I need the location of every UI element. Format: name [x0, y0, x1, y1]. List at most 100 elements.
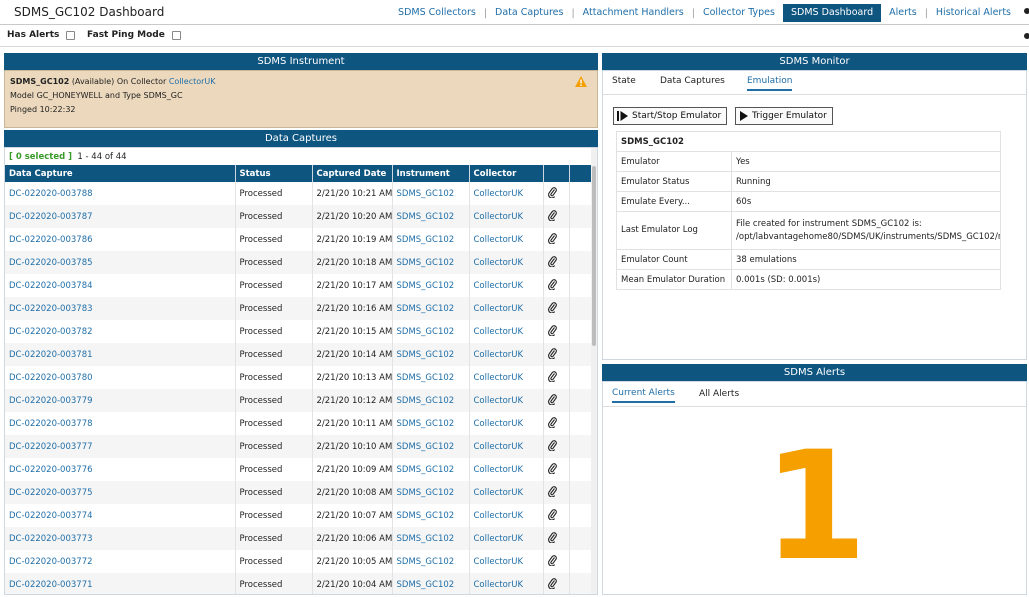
cell-instrument[interactable]: SDMS_GC102 — [392, 435, 470, 458]
cell-instrument[interactable]: SDMS_GC102 — [392, 343, 470, 366]
tab-data-captures[interactable]: Data Captures — [660, 76, 725, 89]
cell-attachment[interactable] — [543, 573, 570, 594]
paperclip-icon[interactable] — [547, 370, 557, 382]
table-row[interactable]: DC-022020-003788 Processed 2/21/20 10:21 A… — [5, 182, 596, 205]
cell-instrument[interactable]: SDMS_GC102 — [392, 182, 470, 205]
cell-data-capture[interactable]: DC-022020-003777 — [5, 435, 236, 458]
nav-historical-alerts[interactable]: Historical Alerts — [928, 4, 1019, 22]
paperclip-icon[interactable] — [547, 439, 557, 451]
cell-instrument[interactable]: SDMS_GC102 — [392, 366, 470, 389]
cell-attachment[interactable] — [543, 251, 570, 274]
cell-collector[interactable]: CollectorUK — [469, 320, 544, 343]
cell-data-capture[interactable]: DC-022020-003787 — [5, 205, 236, 228]
cell-attachment[interactable] — [543, 343, 570, 366]
table-row[interactable]: DC-022020-003774 Processed 2/21/20 10:07 A… — [5, 504, 596, 527]
cell-attachment[interactable] — [543, 412, 570, 435]
table-row[interactable]: DC-022020-003778 Processed 2/21/20 10:11 A… — [5, 412, 596, 435]
cell-attachment[interactable] — [543, 228, 570, 251]
cell-data-capture[interactable]: DC-022020-003788 — [5, 182, 236, 205]
table-row[interactable]: DC-022020-003776 Processed 2/21/20 10:09 A… — [5, 458, 596, 481]
cell-instrument[interactable]: SDMS_GC102 — [392, 412, 470, 435]
cell-data-capture[interactable]: DC-022020-003779 — [5, 389, 236, 412]
paperclip-icon[interactable] — [547, 301, 557, 313]
cell-data-capture[interactable]: DC-022020-003771 — [5, 573, 236, 594]
cell-instrument[interactable]: SDMS_GC102 — [392, 481, 470, 504]
table-scrollbar[interactable] — [591, 148, 597, 594]
has-alerts-checkbox[interactable] — [66, 30, 76, 40]
table-row[interactable]: DC-022020-003775 Processed 2/21/20 10:08 A… — [5, 481, 596, 504]
cell-instrument[interactable]: SDMS_GC102 — [392, 573, 470, 594]
paperclip-icon[interactable] — [547, 554, 557, 566]
cell-instrument[interactable]: SDMS_GC102 — [392, 320, 470, 343]
column-header-data-capture[interactable]: Data Capture — [5, 165, 236, 182]
paperclip-icon[interactable] — [547, 577, 557, 589]
cell-instrument[interactable]: SDMS_GC102 — [392, 527, 470, 550]
cell-instrument[interactable]: SDMS_GC102 — [392, 504, 470, 527]
cell-collector[interactable]: CollectorUK — [469, 182, 544, 205]
paperclip-icon[interactable] — [547, 186, 557, 198]
cell-collector[interactable]: CollectorUK — [469, 481, 544, 504]
paperclip-icon[interactable] — [547, 209, 557, 221]
gear-icon[interactable] — [1023, 32, 1029, 40]
tab-state[interactable]: State — [612, 76, 636, 89]
table-row[interactable]: DC-022020-003771 Processed 2/21/20 10:04 A… — [5, 573, 596, 594]
paperclip-icon[interactable] — [547, 508, 557, 520]
cell-attachment[interactable] — [543, 504, 570, 527]
fast-ping-checkbox[interactable] — [171, 30, 181, 40]
cell-collector[interactable]: CollectorUK — [469, 504, 544, 527]
cell-data-capture[interactable]: DC-022020-003780 — [5, 366, 236, 389]
cell-data-capture[interactable]: DC-022020-003778 — [5, 412, 236, 435]
nav-data-captures[interactable]: Data Captures — [487, 4, 571, 22]
cell-attachment[interactable] — [543, 527, 570, 550]
cell-instrument[interactable]: SDMS_GC102 — [392, 228, 470, 251]
cell-instrument[interactable]: SDMS_GC102 — [392, 389, 470, 412]
cell-data-capture[interactable]: DC-022020-003774 — [5, 504, 236, 527]
cell-collector[interactable]: CollectorUK — [469, 458, 544, 481]
tab-emulation[interactable]: Emulation — [747, 76, 793, 91]
cell-attachment[interactable] — [543, 389, 570, 412]
cell-attachment[interactable] — [543, 366, 570, 389]
cell-collector[interactable]: CollectorUK — [469, 527, 544, 550]
tab-all-alerts[interactable]: All Alerts — [699, 389, 739, 402]
cell-collector[interactable]: CollectorUK — [469, 343, 544, 366]
cell-attachment[interactable] — [543, 550, 570, 573]
column-header-collector[interactable]: Collector — [469, 165, 544, 182]
table-row[interactable]: DC-022020-003777 Processed 2/21/20 10:10 A… — [5, 435, 596, 458]
paperclip-icon[interactable] — [547, 393, 557, 405]
paperclip-icon[interactable] — [547, 462, 557, 474]
table-row[interactable]: DC-022020-003772 Processed 2/21/20 10:05 A… — [5, 550, 596, 573]
cell-attachment[interactable] — [543, 297, 570, 320]
table-row[interactable]: DC-022020-003787 Processed 2/21/20 10:20 A… — [5, 205, 596, 228]
cell-instrument[interactable]: SDMS_GC102 — [392, 205, 470, 228]
gear-icon[interactable] — [1023, 7, 1029, 15]
scrollbar-thumb[interactable] — [592, 166, 596, 346]
start-stop-emulator-button[interactable]: Start/Stop Emulator — [613, 107, 728, 125]
cell-instrument[interactable]: SDMS_GC102 — [392, 297, 470, 320]
cell-data-capture[interactable]: DC-022020-003773 — [5, 527, 236, 550]
cell-data-capture[interactable]: DC-022020-003772 — [5, 550, 236, 573]
cell-attachment[interactable] — [543, 481, 570, 504]
cell-instrument[interactable]: SDMS_GC102 — [392, 274, 470, 297]
paperclip-icon[interactable] — [547, 485, 557, 497]
cell-collector[interactable]: CollectorUK — [469, 297, 544, 320]
paperclip-icon[interactable] — [547, 255, 557, 267]
trigger-emulator-button[interactable]: Trigger Emulator — [735, 107, 833, 125]
table-row[interactable]: DC-022020-003785 Processed 2/21/20 10:18 A… — [5, 251, 596, 274]
table-row[interactable]: DC-022020-003779 Processed 2/21/20 10:12 A… — [5, 389, 596, 412]
cell-instrument[interactable]: SDMS_GC102 — [392, 458, 470, 481]
cell-attachment[interactable] — [543, 320, 570, 343]
table-row[interactable]: DC-022020-003782 Processed 2/21/20 10:15 A… — [5, 320, 596, 343]
table-row[interactable]: DC-022020-003780 Processed 2/21/20 10:13 A… — [5, 366, 596, 389]
cell-collector[interactable]: CollectorUK — [469, 435, 544, 458]
cell-data-capture[interactable]: DC-022020-003785 — [5, 251, 236, 274]
cell-collector[interactable]: CollectorUK — [469, 274, 544, 297]
cell-attachment[interactable] — [543, 458, 570, 481]
cell-data-capture[interactable]: DC-022020-003783 — [5, 297, 236, 320]
cell-collector[interactable]: CollectorUK — [469, 412, 544, 435]
nav-alerts[interactable]: Alerts — [881, 4, 925, 22]
cell-collector[interactable]: CollectorUK — [469, 573, 544, 594]
cell-collector[interactable]: CollectorUK — [469, 228, 544, 251]
nav-sdms-collectors[interactable]: SDMS Collectors — [390, 4, 484, 22]
cell-instrument[interactable]: SDMS_GC102 — [392, 550, 470, 573]
column-header-status[interactable]: Status — [235, 165, 313, 182]
